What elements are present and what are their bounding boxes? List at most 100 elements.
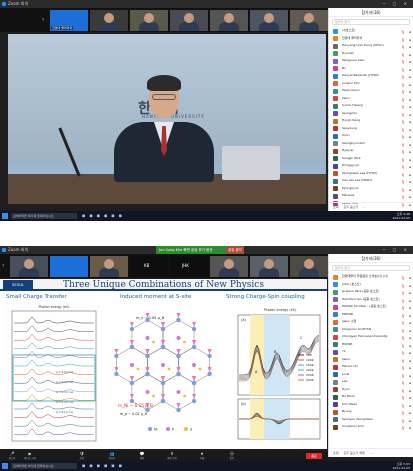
control-button[interactable]: ⬆화면 공유 xyxy=(164,451,180,461)
taskbar-search-input[interactable]: 검색하려면 여기에 입력하십시오. xyxy=(11,463,77,469)
participant-row[interactable]: Junwon Kim 🎙 ▪ xyxy=(329,80,413,88)
gallery-tile[interactable] xyxy=(250,10,288,31)
participant-row[interactable]: Bo 🎙 ▪ xyxy=(329,65,413,73)
gallery-prev-arrow-icon[interactable]: ‹ xyxy=(2,262,4,269)
control-button[interactable]: ☺반응 xyxy=(224,451,240,461)
participant-avatar xyxy=(333,66,338,71)
gallery-tile[interactable] xyxy=(10,256,48,277)
gallery-tile[interactable] xyxy=(210,10,248,31)
end-meeting-button[interactable]: 종료 xyxy=(306,453,322,459)
gallery-tile[interactable] xyxy=(90,10,128,31)
participant-row[interactable]: MKCNR 🎙 ▪ xyxy=(329,311,413,319)
unmute-all-button[interactable]: 모두 음소거 해제 xyxy=(344,449,365,458)
gallery-tile[interactable] xyxy=(210,256,248,277)
participant-row[interactable]: 나(호스트) 🎙 ▪ xyxy=(329,27,413,35)
participant-row[interactable]: Can Yee Lee (HKSH) 🎙 ▪ xyxy=(329,177,413,185)
gallery-tile[interactable] xyxy=(50,256,88,277)
participant-row[interactable]: Byung 🎙 ▪ xyxy=(329,408,413,416)
participant-row[interactable]: Bo Moon 🎙 ▪ xyxy=(329,393,413,401)
participant-row[interactable]: HKISSK Sin Mak... (공동 호스트) 🎙 ▪ xyxy=(329,303,413,311)
participant-row[interactable]: Ys 🎙 ▪ xyxy=(329,348,413,356)
participant-row[interactable]: Soon 🎙 ▪ xyxy=(329,132,413,140)
participant-row[interactable]: Chaeyoun Ko/HYSN 🎙 ▪ xyxy=(329,326,413,334)
windows-start-icon[interactable] xyxy=(2,463,8,469)
participant-row[interactable]: HKCNR 🎙 ▪ xyxy=(329,341,413,349)
participant-row[interactable]: Jinho (호스트) 🎙 ▪ xyxy=(329,281,413,289)
participant-row[interactable]: Jiwon 🎙 ▪ xyxy=(329,95,413,103)
gallery-tile[interactable] xyxy=(290,10,328,31)
legend-label: 300K xyxy=(306,378,315,382)
participant-row[interactable]: Hyun 🎙 ▪ xyxy=(329,386,413,394)
participant-name: Byung xyxy=(342,409,352,413)
participant-row[interactable]: Kim Hwan 🎙 ▪ xyxy=(329,401,413,409)
participant-row[interactable]: Jiwon 🎙 ▪ xyxy=(329,356,413,364)
screen-share-banner[interactable]: Jun Sung Kim 화면 공유 보기 옵션 공유 중지 xyxy=(156,246,244,254)
clock-date: 2021-02-05 xyxy=(392,216,410,220)
taskbar-app-icons[interactable]: ◼◼◼◼◼◼ xyxy=(82,463,126,469)
participant-search-input[interactable]: 참가자 찾기 xyxy=(332,19,410,25)
control-label: 비디오 시작 xyxy=(24,457,36,460)
gallery-tile[interactable]: 한양대 물리학과 xyxy=(50,10,88,31)
invite-button[interactable]: 초대 xyxy=(333,449,339,458)
gallery-tile[interactable] xyxy=(90,256,128,277)
taskbar-app-icons[interactable]: ◼◼◼◼◼◼ xyxy=(82,213,126,219)
participant-name: Sunghoon Kim xyxy=(342,424,364,428)
active-speaker-video[interactable]: 한양대 HANYANG UNIVERSITY xyxy=(8,34,326,204)
participant-row[interactable]: Sungjin Park 🎙 ▪ xyxy=(329,155,413,163)
window-controls[interactable]: ─ ▢ ✕ xyxy=(383,0,410,8)
control-button[interactable]: ▶비디오 시작 xyxy=(22,451,38,461)
control-button[interactable]: 🎤음소거 xyxy=(4,451,20,461)
participant-row[interactable]: Sumin Hwang 🎙 ▪ xyxy=(329,102,413,110)
control-button[interactable]: 👥참가자 xyxy=(104,451,120,461)
participant-row[interactable]: Taejin Kwon 🎙 ▪ xyxy=(329,87,413,95)
stop-share-button[interactable]: 공유 중지 xyxy=(226,247,244,253)
participant-row[interactable]: Sunghoon Kim 🎙 ▪ xyxy=(329,423,413,431)
gallery-tile[interactable] xyxy=(170,10,208,31)
person-face-icon xyxy=(24,259,34,269)
participant-row[interactable]: Hamilton Yeo (공동 호스트) 🎙 ▪ xyxy=(329,296,413,304)
participant-row[interactable]: Seohyun Yeonghwan 🎙 ▪ xyxy=(329,416,413,424)
gallery-prev-arrow-icon[interactable]: ‹ xyxy=(42,16,44,23)
participant-row[interactable]: Danyel Redanish (HYSN) 🎙 ▪ xyxy=(329,72,413,80)
shared-slide[interactable]: SEOUL Three Unique Combinations of New P… xyxy=(0,279,327,449)
laptop xyxy=(222,146,280,180)
participant-row[interactable]: Jiwon 수업 🎙 ▪ xyxy=(329,318,413,326)
participant-row[interactable]: Hyeyup 🎙 ▪ xyxy=(329,147,413,155)
participant-row[interactable]: Minsoo (S) 🎙 ▪ xyxy=(329,363,413,371)
participant-row[interactable]: Lee 🎙 ▪ xyxy=(329,378,413,386)
participant-row[interactable]: 한양대 물리학과 🎙 ▪ xyxy=(329,35,413,43)
participant-search-input[interactable]: 참가자 찾기 xyxy=(332,265,410,271)
participant-row[interactable]: 한양대물리 학원원장 오석호(나) (나) 🎙 ▪ xyxy=(329,273,413,281)
participant-row[interactable]: Je-Geun Park (공동 호스트) 🎙 ▪ xyxy=(329,288,413,296)
control-button[interactable]: 🛡보안 xyxy=(74,451,90,461)
participant-row[interactable]: Seungmin 🎙 ▪ xyxy=(329,110,413,118)
participant-row[interactable]: Minseok 🎙 ▪ xyxy=(329,192,413,200)
gallery-tile[interactable]: JHK xyxy=(170,256,208,277)
window-controls[interactable]: ─ ▢ ✕ xyxy=(383,246,410,254)
participant-row[interactable]: Junki 🎙 ▪ xyxy=(329,371,413,379)
control-button[interactable]: ⏺기록 xyxy=(194,451,210,461)
s-atom xyxy=(183,394,186,398)
participant-list: 한양대물리 학원원장 오석호(나) (나) 🎙 ▪ Jinho (호스트) 🎙 ▪ Je-G… xyxy=(329,273,413,431)
participant-row[interactable]: Pengyuan Xiao 🎙 ▪ xyxy=(329,57,413,65)
participant-name: Hamilton Yeo (공동 호스트) xyxy=(342,296,380,301)
participant-row[interactable]: Chongyan Hanyang University 🎙 ▪ xyxy=(329,333,413,341)
gallery-tile[interactable] xyxy=(250,256,288,277)
windows-start-icon[interactable] xyxy=(2,213,8,219)
participant-name: Sungjin Park xyxy=(342,155,361,160)
gallery-tile[interactable]: KB xyxy=(130,256,168,277)
participant-row[interactable]: Hanyang Univ Dong (KHVC) 🎙 ▪ xyxy=(329,42,413,50)
more-options-button[interactable]: ... xyxy=(370,449,373,458)
ni-atom xyxy=(160,326,166,332)
control-button[interactable]: 💬채팅 xyxy=(134,451,150,461)
participant-row[interactable]: Yeonghwan Lee (HYSN) 🎙 ▪ xyxy=(329,170,413,178)
participant-row[interactable]: Donggyu Jo 🎙 ▪ xyxy=(329,162,413,170)
participant-row[interactable]: Hyojin Kang 🎙 ▪ xyxy=(329,117,413,125)
participant-row[interactable]: Kyunghyun 🎙 ▪ xyxy=(329,185,413,193)
participant-row[interactable]: Hyunsik 🎙 ▪ xyxy=(329,50,413,58)
gallery-tile[interactable] xyxy=(130,10,168,31)
gallery-tile[interactable] xyxy=(290,256,328,277)
participant-row[interactable]: Seoyoung 🎙 ▪ xyxy=(329,125,413,133)
taskbar-search-input[interactable]: 검색하려면 여기에 입력하십시오. xyxy=(11,213,77,219)
participant-row[interactable]: Seongkyun Kim 🎙 ▪ xyxy=(329,140,413,148)
